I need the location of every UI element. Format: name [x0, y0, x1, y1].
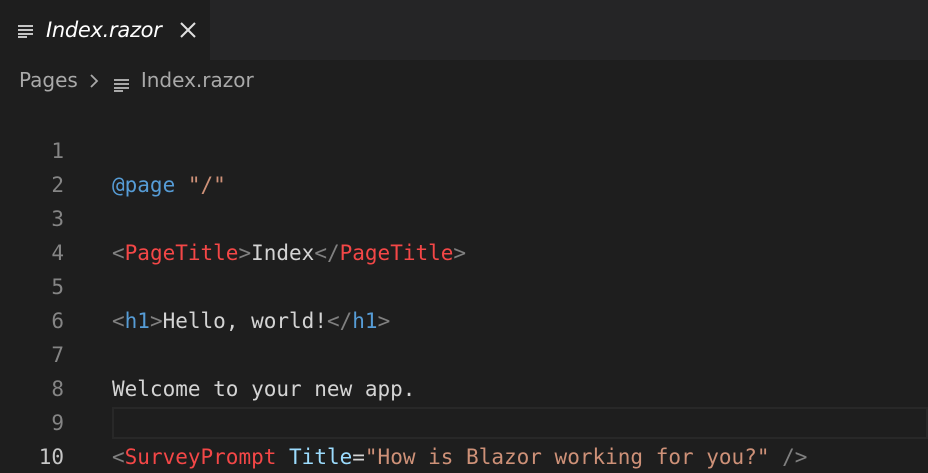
- breadcrumb-folder[interactable]: Pages: [19, 68, 78, 92]
- code-line-7[interactable]: 7 Welcome to your new app.: [0, 304, 928, 401]
- code-line-3[interactable]: 3 <PageTitle>Index</PageTitle>: [0, 168, 928, 265]
- tab-bar: Index.razor: [0, 0, 928, 60]
- tab-label: Index.razor: [46, 18, 162, 42]
- code-line-8[interactable]: 8: [0, 338, 928, 401]
- equals-sign: =: [352, 445, 365, 469]
- code-line-6[interactable]: 6: [0, 270, 928, 333]
- component-tag: SurveyPrompt: [124, 445, 277, 469]
- editor-window: Index.razor Pages Index.razor 1 @page "/…: [0, 0, 928, 473]
- breadcrumb: Pages Index.razor: [0, 60, 928, 100]
- close-icon[interactable]: [178, 20, 198, 40]
- attribute-value: "How is Blazor working for you?": [364, 445, 770, 469]
- code-line-10[interactable]: 10: [0, 406, 928, 469]
- code-line-4[interactable]: 4: [0, 202, 928, 265]
- chevron-right-icon: [88, 71, 100, 89]
- attribute-name: Title: [289, 445, 353, 469]
- code-line-9[interactable]: 9 <SurveyPrompt Title="How is Blazor wor…: [0, 372, 928, 469]
- bracket: <: [112, 445, 125, 469]
- bracket: />: [782, 445, 808, 469]
- code-line-2[interactable]: 2: [0, 134, 928, 197]
- breadcrumb-file[interactable]: Index.razor: [141, 68, 254, 92]
- file-lines-icon: [113, 73, 130, 92]
- code-line-5[interactable]: 5 <h1>Hello, world!</h1>: [0, 236, 928, 333]
- line-number-active: 10: [38, 445, 64, 469]
- file-lines-icon: [18, 23, 34, 38]
- code-line-1[interactable]: 1 @page "/": [0, 100, 928, 197]
- tab-index-razor[interactable]: Index.razor: [0, 0, 210, 60]
- code-editor[interactable]: 1 @page "/" 2 3 <PageTitle>Index</PageTi…: [0, 100, 928, 473]
